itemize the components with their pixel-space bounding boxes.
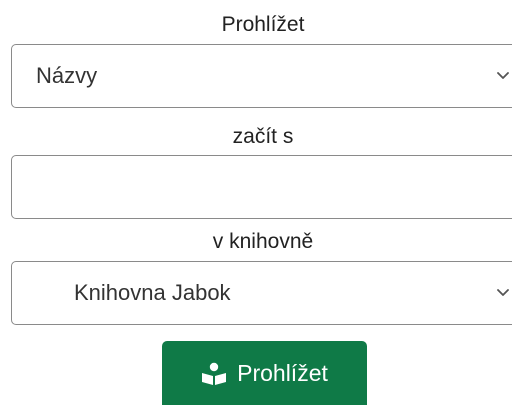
library-label: v knihovně [212,230,314,253]
starts-with-label: začít s [232,125,294,148]
browse-heading: Prohlížet [221,13,305,36]
browse-by-value: Názvy [36,63,98,88]
chevron-down-icon [497,289,509,296]
library-select[interactable]: Knihovna Jabok [11,261,512,325]
browse-by-select[interactable]: Názvy [11,44,512,108]
browse-submit-button[interactable]: Prohlížet [162,341,367,405]
chevron-down-icon [497,72,509,79]
browse-submit-label: Prohlížet [237,359,328,386]
browse-form: Prohlížet Názvy začít s v knihovně Kniho… [0,0,512,405]
starts-with-input[interactable] [11,155,512,219]
reader-book-icon [202,362,227,385]
library-value: Knihovna Jabok [74,280,231,305]
